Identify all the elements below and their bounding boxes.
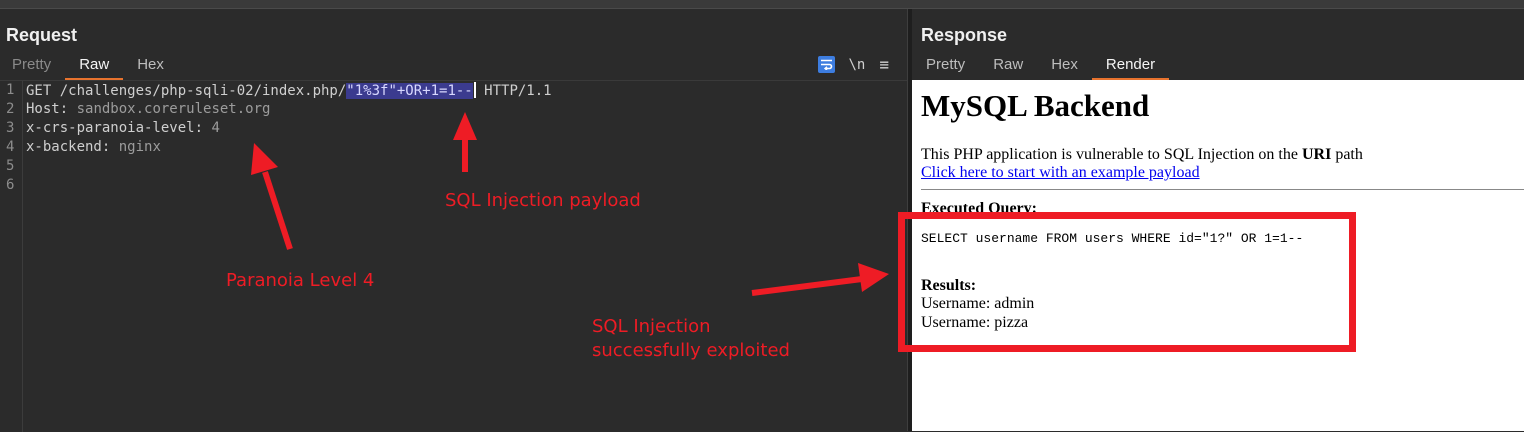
exploited-annotation-line1: SQL Injection [592, 316, 711, 337]
exploited-arrow-icon [751, 263, 889, 296]
payload-arrow-icon [453, 112, 477, 172]
payload-annotation: SQL Injection payload [445, 190, 641, 211]
paranoia-arrow-icon [251, 143, 293, 250]
paranoia-annotation: Paranoia Level 4 [226, 270, 375, 291]
exploited-annotation-line2: successfully exploited [592, 340, 790, 361]
annotation-arrows [251, 112, 889, 296]
